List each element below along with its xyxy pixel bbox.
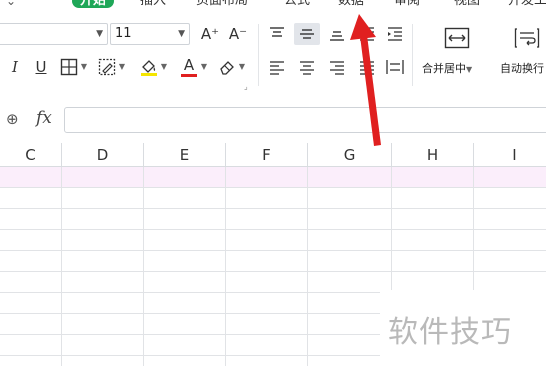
clear-format-button[interactable]: ▼ [216,56,245,78]
chevron-down-icon: ▼ [96,29,103,39]
chevron-down-icon: ▼ [160,62,167,71]
align-right-icon [330,61,344,75]
italic-icon: I [12,58,18,76]
column-header-i[interactable]: I [474,143,546,167]
chevron-down-icon: ▼ [200,62,207,71]
justify-button[interactable] [356,56,378,78]
increase-indent-button[interactable] [384,23,406,45]
grid-line [225,167,226,366]
grid-line [143,167,144,366]
align-right-button[interactable] [326,56,348,78]
fx-icon[interactable]: fx [36,108,52,128]
tab-page-layout[interactable]: 页面布局 [196,0,248,8]
underline-icon: U [35,58,47,76]
column-header-c[interactable]: C [0,143,62,167]
underline-button[interactable]: U [30,56,52,78]
align-bottom-button[interactable] [326,23,348,45]
merge-center-label[interactable]: 合并居中▼ [422,60,472,76]
ribbon: ▼ 11 ▼ A⁺ A⁻ I U ▼ ▼ ▼ A ▼ ▼ ⌟ 合并居中▼ 自动换… [0,10,546,94]
distributed-align-icon [386,60,404,74]
column-header-g[interactable]: G [308,143,392,167]
grid-line [0,208,546,209]
font-color-button[interactable]: A ▼ [178,56,207,78]
decrease-font-button[interactable]: A⁻ [226,23,250,45]
dialog-launcher-icon[interactable]: ⌟ [244,82,248,91]
menu-tabs: ⌄ 开始 插入 页面布局 公式 数据 审阅 视图 开发工 [0,0,546,10]
wrap-text-label[interactable]: 自动换行 [500,60,544,76]
tab-formulas[interactable]: 公式 [284,0,310,8]
decrease-indent-icon [360,27,374,41]
grid-line [0,250,546,251]
column-header-h[interactable]: H [392,143,474,167]
font-size-value: 11 [115,26,132,41]
italic-button[interactable]: I [4,56,26,78]
watermark: 软件技巧 [388,315,512,350]
chevron-down-icon: ▼ [178,29,185,39]
align-top-icon [270,27,284,37]
tab-home[interactable]: 开始 [72,0,115,8]
font-name-select[interactable]: ▼ [0,23,108,45]
column-header-e[interactable]: E [144,143,226,167]
merge-center-button[interactable] [442,24,472,52]
formula-bar: ⊕ fx [0,104,546,134]
increase-font-icon: A⁺ [200,25,220,43]
tab-developer[interactable]: 开发工 [508,0,546,8]
divider [412,24,413,86]
align-bottom-icon [330,31,344,41]
back-arrow-icon[interactable]: ⌄ [6,0,16,8]
chevron-down-icon: ▼ [118,62,125,71]
column-header-d[interactable]: D [62,143,144,167]
distributed-align-button[interactable] [384,56,406,78]
borders-icon [60,58,78,76]
eraser-icon [220,61,234,75]
decrease-font-icon: A⁻ [228,25,248,43]
align-middle-icon [300,29,314,39]
align-top-button[interactable] [266,23,288,45]
tab-data[interactable]: 数据 [338,0,364,8]
wrap-text-button[interactable] [512,24,542,52]
align-middle-button[interactable] [294,23,320,45]
wrap-text-icon [514,28,540,48]
merge-center-icon [444,27,470,49]
chevron-down-icon: ▼ [238,62,245,71]
fill-color-button[interactable]: ▼ [138,56,167,78]
increase-indent-icon [388,27,402,41]
tab-view[interactable]: 视图 [454,0,480,8]
cell-style-icon [98,58,116,76]
divider [258,24,259,86]
align-left-button[interactable] [266,56,288,78]
grid-line [307,167,308,366]
borders-button[interactable]: ▼ [58,56,87,78]
grid-line [0,187,546,188]
column-header-f[interactable]: F [226,143,308,167]
grid-line [0,271,546,272]
grid-line [0,229,546,230]
align-center-icon [300,61,314,75]
tab-review[interactable]: 审阅 [394,0,420,8]
cell-style-button[interactable]: ▼ [96,56,125,78]
tab-insert[interactable]: 插入 [140,0,166,8]
font-color-swatch [181,74,197,77]
font-color-icon: A [183,56,195,74]
align-left-icon [270,61,284,75]
decrease-indent-button[interactable] [356,23,378,45]
fill-bucket-icon [141,60,157,76]
align-center-button[interactable] [296,56,318,78]
grid-line [61,167,62,366]
font-size-select[interactable]: 11 ▼ [110,23,190,45]
selected-row-highlight [0,167,546,187]
formula-input[interactable] [64,107,546,133]
zoom-icon[interactable]: ⊕ [6,110,19,128]
chevron-down-icon: ▼ [80,62,87,71]
justify-icon [360,61,374,75]
increase-font-button[interactable]: A⁺ [198,23,222,45]
